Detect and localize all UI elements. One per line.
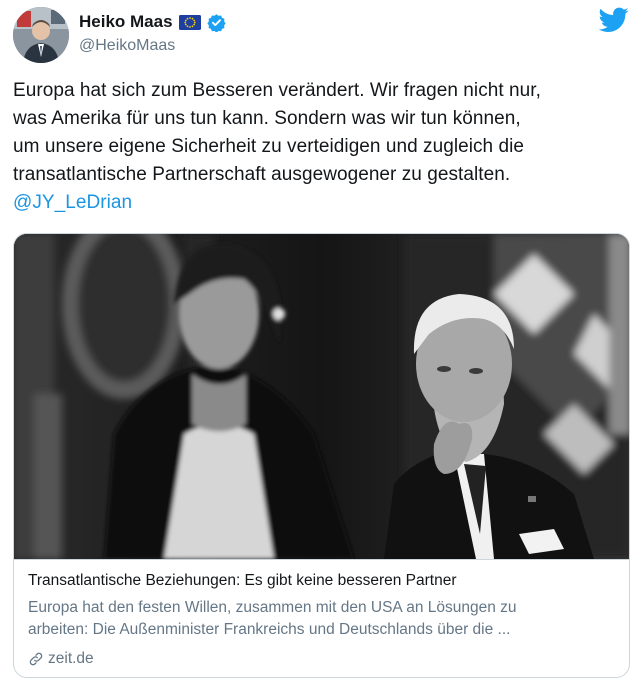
tweet-text-line: um unsere eigene Sicherheit zu verteidig… xyxy=(13,136,524,157)
card-title: Transatlantische Beziehungen: Es gibt ke… xyxy=(28,572,457,589)
card-photo xyxy=(14,234,629,559)
card-domain: zeit.de xyxy=(28,650,94,668)
card-description: Europa hat den festen Willen, zusammen m… xyxy=(28,597,618,641)
link-icon xyxy=(29,652,43,666)
tweet-text-line: Europa hat sich zum Besseren verändert. … xyxy=(13,80,541,101)
tweet-text-line: was Amerika für uns tun kann. Sondern wa… xyxy=(13,108,521,129)
twitter-bird-icon[interactable] xyxy=(599,7,629,33)
avatar[interactable] xyxy=(13,7,69,63)
author-handle[interactable]: @HeikoMaas xyxy=(79,37,226,55)
mention-link[interactable]: @JY_LeDrian xyxy=(13,189,628,217)
tweet-header: Heiko Maas @HeikoMaas xyxy=(13,7,633,63)
link-card[interactable]: Transatlantische Beziehungen: Es gibt ke… xyxy=(13,233,630,678)
card-body[interactable]: Transatlantische Beziehungen: Es gibt ke… xyxy=(14,559,629,677)
card-domain-text: zeit.de xyxy=(48,650,94,667)
avatar-image xyxy=(13,7,69,63)
tweet-text: Europa hat sich zum Besseren verändert. … xyxy=(13,77,628,217)
card-image[interactable] xyxy=(14,234,629,559)
display-name-row: Heiko Maas xyxy=(79,11,226,33)
card-description-line: Europa hat den festen Willen, zusammen m… xyxy=(28,599,517,616)
tweet-text-line: transatlantische Partnerschaft ausgewoge… xyxy=(13,164,511,185)
card-description-line: arbeiten: Die Außenminister Frankreichs … xyxy=(28,621,511,638)
eu-flag-icon xyxy=(178,14,201,30)
verified-badge-icon xyxy=(206,13,226,32)
display-name[interactable]: Heiko Maas xyxy=(79,12,173,32)
author-names: Heiko Maas @HeikoMaas xyxy=(79,11,226,55)
